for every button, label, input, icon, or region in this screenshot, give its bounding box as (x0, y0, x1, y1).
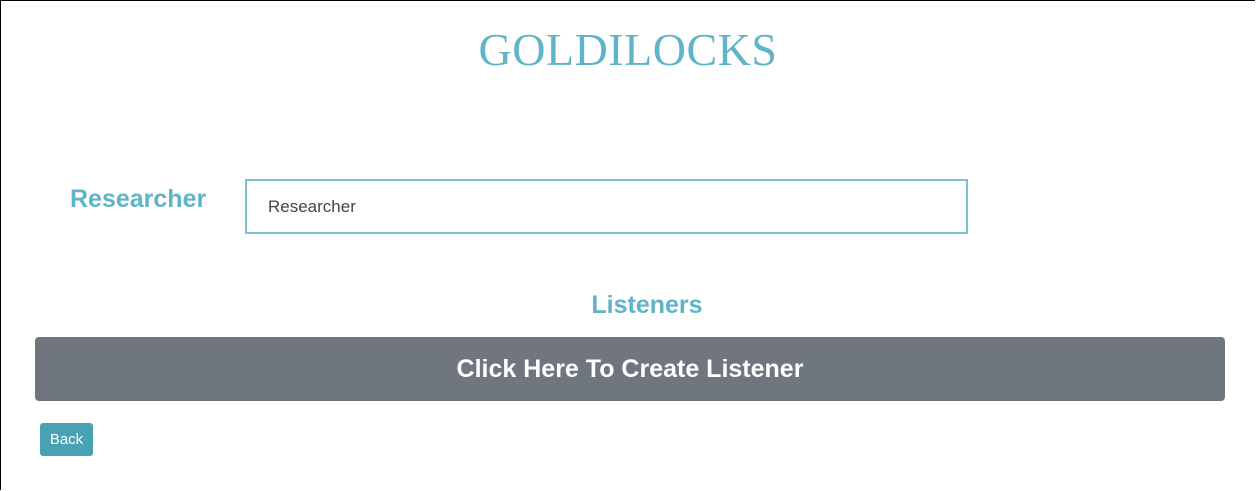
create-listener-button[interactable]: Click Here To Create Listener (35, 337, 1225, 401)
researcher-label: Researcher (70, 185, 207, 213)
back-button[interactable]: Back (40, 423, 93, 456)
researcher-input[interactable] (245, 179, 968, 234)
listeners-heading: Listeners (591, 291, 703, 319)
app-title: GOLDILOCKS (478, 24, 778, 75)
